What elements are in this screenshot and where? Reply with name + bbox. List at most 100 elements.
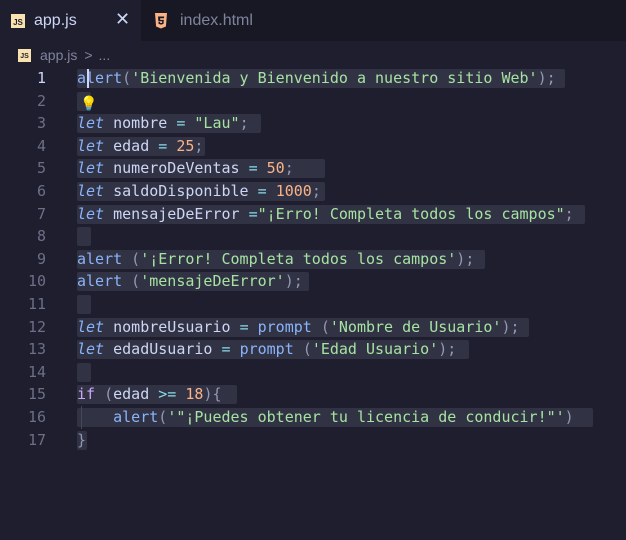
selection-highlight xyxy=(77,362,91,382)
code-token: ; xyxy=(239,114,249,133)
code-line[interactable]: 5 let numeroDeVentas = 50; xyxy=(0,157,626,180)
line-number: 4 xyxy=(36,136,46,155)
code-editor[interactable]: 1 alert('Bienvenida y Bienvenido a nuestr… xyxy=(0,67,626,451)
code-token: "¡Erro! Completa todos los campos" xyxy=(257,204,565,223)
tab-label: app.js xyxy=(34,11,77,29)
code-token: alert xyxy=(77,69,123,87)
code-token: alert xyxy=(113,407,159,426)
code-token: let xyxy=(77,181,105,200)
tab-label: index.html xyxy=(180,11,253,29)
code-token: 'Edad Usuario' xyxy=(311,340,439,359)
js-file-icon: JS xyxy=(11,13,25,28)
code-line[interactable]: 12 let nombreUsuario = prompt ('Nombre de… xyxy=(0,316,626,339)
code-token: saldoDisponible xyxy=(104,181,258,200)
code-token: = xyxy=(248,159,258,178)
breadcrumb-file[interactable]: app.js xyxy=(40,47,77,63)
code-token: let xyxy=(77,204,105,223)
code-text: let saldoDisponible = 1000; xyxy=(77,180,321,203)
line-number: 16 xyxy=(27,407,46,426)
code-token: ); xyxy=(501,317,520,336)
code-token: ( xyxy=(311,317,330,336)
code-token: ){ xyxy=(203,385,222,404)
code-line[interactable]: 6 let saldoDisponible = 1000; xyxy=(0,180,626,203)
code-line[interactable]: 7 let mensajeDeError ="¡Erro! Completa to… xyxy=(0,203,626,226)
code-line[interactable]: 13 let edadUsuario = prompt ('Edad Usuari… xyxy=(0,338,626,361)
code-token: ; xyxy=(564,204,574,223)
code-token: = xyxy=(257,181,267,200)
code-token: prompt xyxy=(257,317,312,336)
code-token: prompt xyxy=(239,340,294,359)
code-token: alert xyxy=(77,249,123,268)
line-number: 2 xyxy=(36,91,46,110)
code-line[interactable]: 4 let edad = 25; xyxy=(0,135,626,158)
code-token: alert xyxy=(77,272,123,291)
code-line[interactable]: 14 xyxy=(0,361,626,384)
code-token: = xyxy=(221,340,231,359)
code-token: ( xyxy=(158,407,168,426)
code-token: ( xyxy=(95,385,114,404)
code-text: } xyxy=(77,429,86,452)
code-text: let nombreUsuario = prompt ('Nombre de U… xyxy=(77,316,520,339)
code-token: mensajeDeError xyxy=(104,204,249,223)
code-token: '"¡Puedes obtener tu licencia de conduci… xyxy=(167,407,565,426)
line-number: 5 xyxy=(36,159,46,178)
code-text: alert ('¡Error! Completa todos los campo… xyxy=(77,248,474,271)
code-text: if (edad >= 18){ xyxy=(77,383,222,406)
line-number: 14 xyxy=(27,362,46,381)
code-line[interactable]: 10 alert ('mensajeDeError'); xyxy=(0,270,626,293)
code-line[interactable]: 8 xyxy=(0,225,626,248)
code-token: = xyxy=(239,317,249,336)
code-line[interactable]: 9 alert ('¡Error! Completa todos los camp… xyxy=(0,248,626,271)
line-number: 3 xyxy=(36,114,46,133)
code-text: alert('"¡Puedes obtener tu licencia de c… xyxy=(77,406,574,429)
code-token: "Lau" xyxy=(194,114,240,133)
breadcrumb: JS app.js > ... xyxy=(0,41,626,69)
code-token: ( xyxy=(122,272,141,291)
code-line[interactable]: 17} xyxy=(0,429,626,452)
code-token: ( xyxy=(122,249,141,268)
code-token: '¡Error! Completa todos los campos' xyxy=(140,249,457,268)
code-line[interactable]: 3 let nombre = "Lau"; xyxy=(0,112,626,135)
html5-icon xyxy=(155,12,167,28)
code-line[interactable]: 2 💡 xyxy=(0,90,626,113)
code-text: let nombre = "Lau"; xyxy=(77,112,249,135)
code-token: ); xyxy=(537,69,556,87)
code-token: let xyxy=(77,159,105,178)
js-file-icon: JS xyxy=(18,48,31,62)
code-line[interactable]: 11 xyxy=(0,293,626,316)
close-icon[interactable]: ✕ xyxy=(115,10,131,28)
code-token: edad xyxy=(113,385,159,404)
code-token: 25 xyxy=(176,136,195,155)
code-token: ); xyxy=(284,272,303,291)
code-line[interactable]: 1 alert('Bienvenida y Bienvenido a nuestr… xyxy=(0,67,626,90)
line-number: 15 xyxy=(27,385,46,404)
code-text: alert ('mensajeDeError'); xyxy=(77,270,303,293)
code-token: if xyxy=(77,385,96,404)
code-token: 18 xyxy=(185,385,204,404)
code-token: let xyxy=(77,136,105,155)
code-line[interactable]: 16 alert('"¡Puedes obtener tu licencia d… xyxy=(0,405,626,429)
code-line[interactable]: 15 if (edad >= 18){ xyxy=(0,383,626,406)
line-number: 11 xyxy=(27,294,46,313)
code-text: let mensajeDeError ="¡Erro! Completa tod… xyxy=(77,203,574,226)
tab-app-js[interactable]: JS app.js ✕ xyxy=(0,0,141,41)
text-cursor xyxy=(87,69,89,88)
code-token: ; xyxy=(311,181,321,200)
code-token: ); xyxy=(438,340,457,359)
selection-highlight xyxy=(77,227,91,247)
code-token: edad xyxy=(104,136,159,155)
code-token: nombre xyxy=(104,114,177,133)
code-token: ; xyxy=(194,136,204,155)
code-token: = xyxy=(158,136,168,155)
code-token: ( xyxy=(293,340,312,359)
selection-highlight xyxy=(77,294,91,314)
code-token: 'Nombre de Usuario' xyxy=(329,317,502,336)
code-token: nombreUsuario xyxy=(104,317,240,336)
tab-index-html[interactable]: index.html xyxy=(141,0,283,41)
breadcrumb-symbols[interactable]: ... xyxy=(99,47,111,63)
